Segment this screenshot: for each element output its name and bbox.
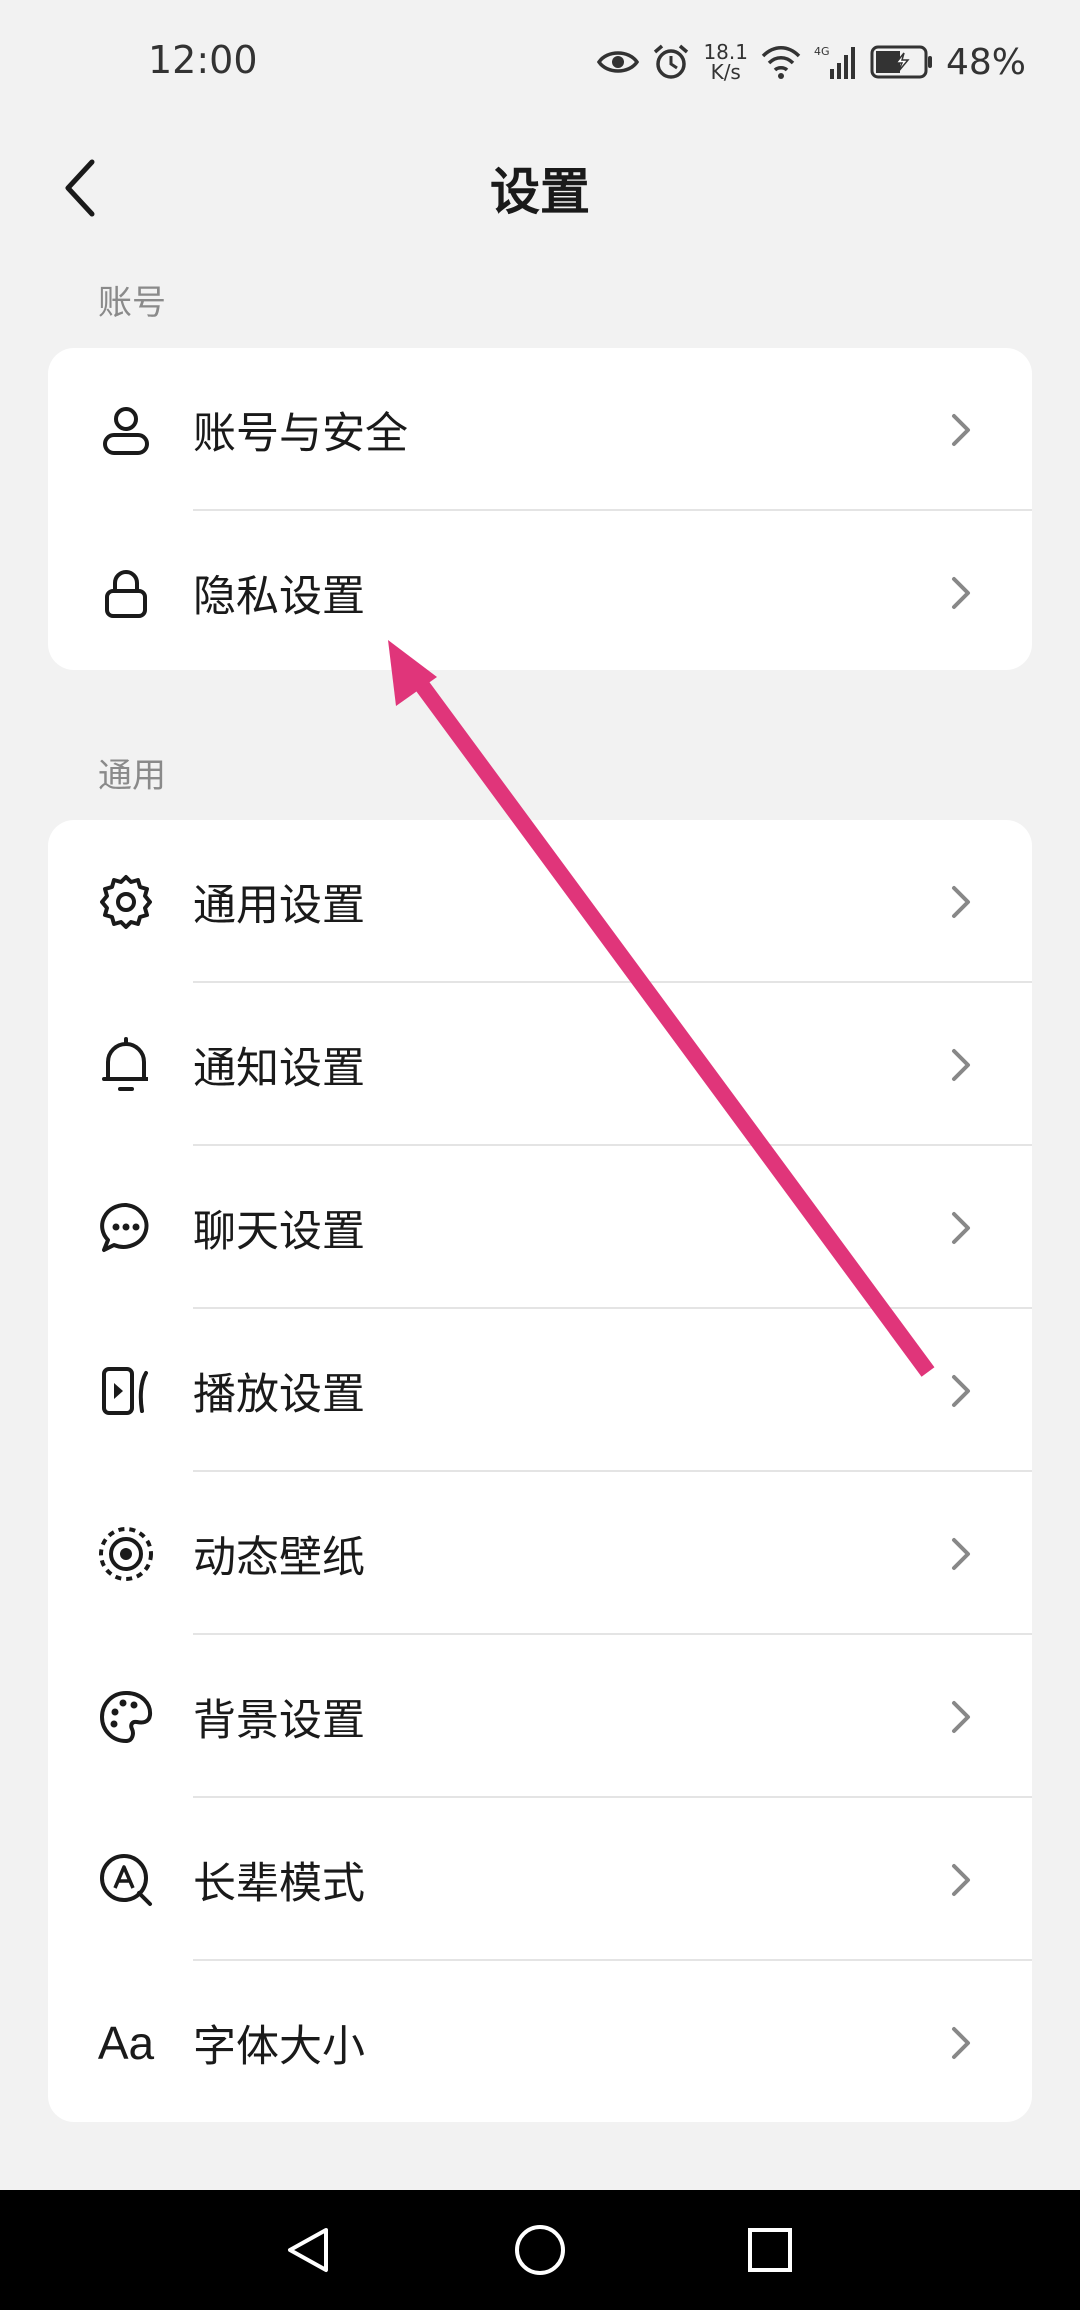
- svg-text:4G: 4G: [814, 45, 830, 58]
- gear-icon: [96, 872, 156, 932]
- play-video-icon: [96, 1361, 156, 1421]
- net-speed-value: 18.1: [703, 40, 748, 64]
- battery-icon: [870, 45, 932, 79]
- settings-item-label: 隐私设置: [193, 571, 365, 622]
- circle-home-icon: [515, 2225, 565, 2275]
- palette-icon: [96, 1687, 156, 1747]
- app-header: 设置: [0, 130, 1080, 240]
- settings-item-label: 长辈模式: [193, 1858, 365, 1909]
- settings-item-dynamic-wallpaper[interactable]: 动态壁纸: [48, 1472, 1032, 1635]
- nav-home-button[interactable]: [500, 2210, 580, 2290]
- chat-bubble-icon: [96, 1198, 156, 1258]
- settings-item-general[interactable]: 通用设置: [48, 820, 1032, 983]
- dynamic-wallpaper-icon: [96, 1524, 156, 1584]
- wifi-icon: [761, 46, 801, 79]
- general-card: 通用设置 通知设置 聊天设置 播放设置 动态壁纸 背景设置 长辈模式 Aa 字体…: [48, 820, 1032, 2122]
- settings-item-label: 字体大小: [193, 2021, 365, 2072]
- settings-item-label: 背景设置: [193, 1695, 365, 1746]
- lock-icon: [96, 563, 156, 623]
- alarm-icon: [654, 44, 689, 79]
- settings-item-elder-mode[interactable]: 长辈模式: [48, 1798, 1032, 1961]
- settings-item-font-size[interactable]: Aa 字体大小: [48, 1961, 1032, 2122]
- chevron-right-icon: [952, 1374, 970, 1407]
- bell-icon: [96, 1035, 156, 1095]
- user-icon: [96, 400, 156, 460]
- chevron-right-icon: [952, 1863, 970, 1896]
- nav-back-button[interactable]: [268, 2210, 348, 2290]
- elder-mode-icon: [96, 1850, 156, 1910]
- chevron-right-icon: [952, 885, 970, 918]
- settings-item-label: 播放设置: [193, 1369, 365, 1420]
- settings-item-label: 账号与安全: [193, 408, 408, 459]
- status-bar: 12:00 18.1 K/s 4G 48%: [0, 0, 1080, 130]
- settings-item-chat[interactable]: 聊天设置: [48, 1146, 1032, 1309]
- cell-signal-icon: 4G: [814, 45, 855, 79]
- eye-icon: [597, 51, 640, 73]
- net-speed-unit: K/s: [710, 60, 741, 84]
- chevron-right-icon: [952, 1211, 970, 1244]
- page-title: 设置: [490, 163, 590, 221]
- chevron-right-icon: [952, 1048, 970, 1081]
- system-nav-bar: [0, 2190, 1080, 2310]
- status-icons: 18.1 K/s 4G 48%: [597, 36, 1026, 88]
- font-size-icon: Aa: [97, 2016, 155, 2069]
- settings-item-label: 通用设置: [193, 880, 365, 931]
- nav-recents-button[interactable]: [730, 2210, 810, 2290]
- square-recents-icon: [748, 2228, 792, 2272]
- settings-item-background[interactable]: 背景设置: [48, 1635, 1032, 1798]
- battery-percent: 48%: [945, 41, 1026, 83]
- settings-item-playback[interactable]: 播放设置: [48, 1309, 1032, 1472]
- chevron-right-icon: [952, 2026, 970, 2059]
- settings-item-privacy[interactable]: 隐私设置: [48, 511, 1032, 670]
- section-label-general: 通用: [98, 756, 166, 796]
- chevron-right-icon: [952, 413, 970, 446]
- section-label-account: 账号: [98, 283, 166, 323]
- settings-item-account-security[interactable]: 账号与安全: [48, 348, 1032, 511]
- status-time: 12:00: [148, 38, 258, 82]
- chevron-right-icon: [952, 1700, 970, 1733]
- settings-item-label: 通知设置: [193, 1043, 365, 1094]
- chevron-right-icon: [952, 576, 970, 609]
- triangle-back-icon: [288, 2228, 328, 2272]
- settings-item-notifications[interactable]: 通知设置: [48, 983, 1032, 1146]
- settings-item-label: 动态壁纸: [193, 1532, 365, 1583]
- account-card: 账号与安全 隐私设置: [48, 348, 1032, 670]
- chevron-right-icon: [952, 1537, 970, 1570]
- settings-item-label: 聊天设置: [193, 1206, 365, 1257]
- net-speed: 18.1 K/s: [703, 42, 748, 82]
